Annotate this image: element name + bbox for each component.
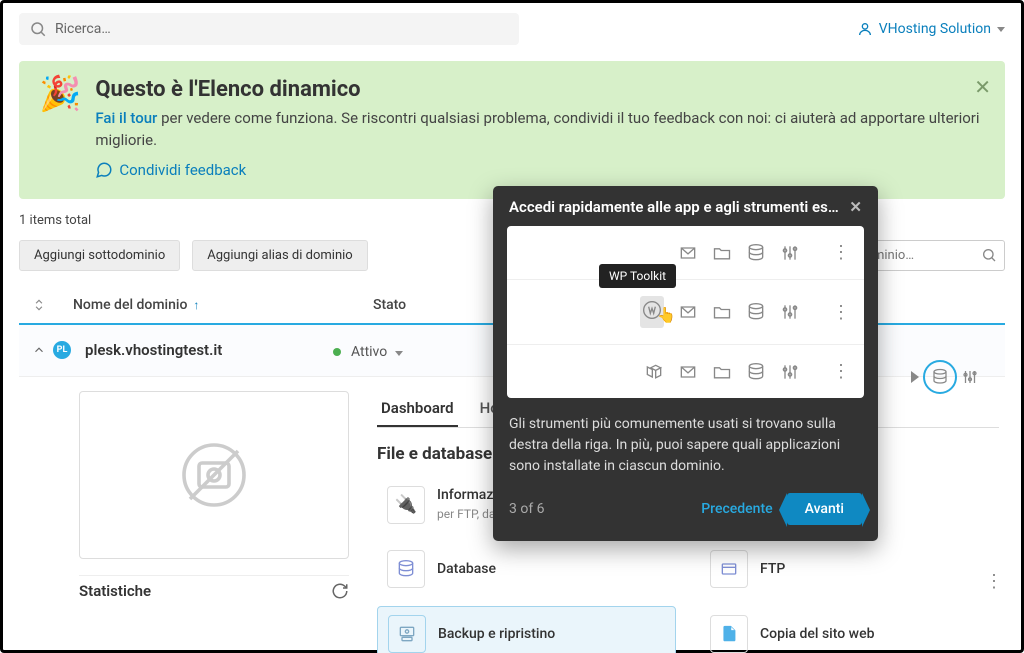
- add-alias-button[interactable]: Aggiungi alias di dominio: [192, 240, 367, 271]
- tour-next-button[interactable]: Avanti: [787, 493, 862, 525]
- row-kebab[interactable]: ⋮: [985, 571, 1003, 592]
- tour-link[interactable]: Fai il tour: [95, 109, 157, 127]
- database-icon: [387, 550, 425, 588]
- feedback-link[interactable]: Condividi feedback: [95, 161, 246, 179]
- chevron-updown-icon: [32, 298, 46, 312]
- expand-tools-icon[interactable]: [911, 371, 919, 383]
- backup-icon: [388, 615, 426, 653]
- tile-copy[interactable]: Copia del sito web: [700, 606, 999, 653]
- tile-database[interactable]: Database: [377, 542, 676, 596]
- kebab-icon[interactable]: ⋮: [832, 361, 850, 382]
- chevron-up-icon[interactable]: [32, 343, 46, 357]
- copy-icon: [710, 615, 748, 653]
- tour-prev-button[interactable]: Precedente: [701, 501, 772, 517]
- mail-icon[interactable]: [678, 243, 698, 263]
- chat-icon: [95, 161, 113, 179]
- search-icon: [29, 20, 47, 38]
- user-menu[interactable]: VHosting Solution: [857, 21, 1005, 37]
- folder-icon[interactable]: [712, 362, 732, 382]
- kebab-icon[interactable]: ⋮: [832, 242, 850, 263]
- sliders-icon[interactable]: [780, 302, 800, 322]
- active-dot-icon: [333, 348, 341, 356]
- tile-backup[interactable]: Backup e ripristino: [377, 606, 676, 653]
- tour-step: 3 of 6: [509, 501, 545, 517]
- tool-row: ⋮: [507, 226, 864, 280]
- user-icon: [857, 21, 873, 37]
- folder-icon[interactable]: [712, 302, 732, 322]
- sliders-icon[interactable]: [780, 362, 800, 382]
- add-subdomain-button[interactable]: Aggiungi sottodominio: [19, 240, 180, 271]
- plesk-badge: PL: [53, 341, 71, 359]
- database-icon[interactable]: [746, 302, 766, 322]
- kebab-icon[interactable]: ⋮: [832, 302, 850, 323]
- no-image-icon: [178, 439, 250, 511]
- sort-asc-icon: ↑: [193, 298, 199, 312]
- wp-toolkit-tooltip: WP Toolkit: [599, 264, 676, 288]
- user-name: VHosting Solution: [879, 21, 991, 37]
- col-state-header[interactable]: Stato: [373, 297, 513, 313]
- banner-close[interactable]: ✕: [974, 75, 991, 99]
- sliders-icon[interactable]: [780, 243, 800, 263]
- tool-row: ⋮: [507, 345, 864, 398]
- database-icon[interactable]: [746, 243, 766, 263]
- tour-title: Accedi rapidamente alle app e agli strum…: [509, 198, 839, 216]
- domain-search[interactable]: [862, 240, 1005, 271]
- refresh-icon[interactable]: [331, 582, 349, 600]
- database-tool-circle[interactable]: [923, 360, 957, 394]
- folder-icon[interactable]: [712, 243, 732, 263]
- ftp-icon: [710, 550, 748, 588]
- party-icon: 🎉: [39, 77, 81, 183]
- stats-title: Statistiche: [79, 582, 151, 600]
- sliders-icon[interactable]: [961, 368, 979, 386]
- global-search[interactable]: Ricerca…: [19, 13, 519, 45]
- state-cell[interactable]: Attivo: [333, 341, 473, 360]
- chevron-down-icon: [997, 27, 1005, 32]
- chevron-down-icon: [395, 351, 403, 356]
- plug-icon: 🔌: [387, 486, 425, 524]
- search-placeholder: Ricerca…: [55, 21, 111, 37]
- database-icon[interactable]: [746, 362, 766, 382]
- site-preview: [79, 391, 349, 559]
- tour-description: Gli strumenti più comunemente usati si t…: [493, 398, 878, 487]
- tool-row: WP Toolkit 👆 ⋮: [507, 280, 864, 345]
- domain-name: plesk.vhostingtest.it: [85, 341, 222, 359]
- expand-all[interactable]: [25, 298, 53, 312]
- banner-title: Questo è l'Elenco dinamico: [95, 77, 985, 102]
- database-icon: [931, 368, 949, 386]
- mail-icon[interactable]: [678, 362, 698, 382]
- laravel-icon[interactable]: [644, 362, 664, 382]
- announcement-banner: 🎉 Questo è l'Elenco dinamico Fai il tour…: [19, 61, 1005, 199]
- mail-icon[interactable]: [678, 302, 698, 322]
- tour-close[interactable]: ✕: [849, 198, 862, 216]
- tile-ftp[interactable]: FTP: [700, 542, 999, 596]
- tour-popup: Accedi rapidamente alle app e agli strum…: [493, 186, 878, 541]
- banner-text: Fai il tour per vedere come funziona. Se…: [95, 108, 985, 152]
- cursor-icon: 👆: [657, 306, 676, 324]
- col-domain-header[interactable]: Nome del dominio ↑: [73, 297, 353, 313]
- tab-dashboard[interactable]: Dashboard: [377, 391, 458, 427]
- search-icon: [981, 247, 997, 263]
